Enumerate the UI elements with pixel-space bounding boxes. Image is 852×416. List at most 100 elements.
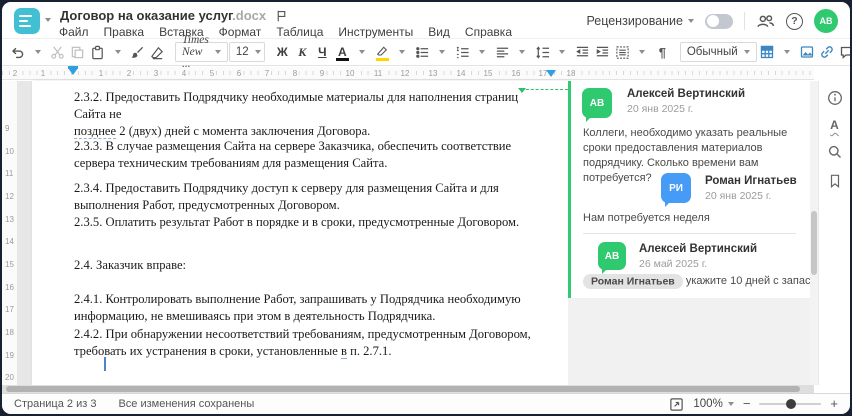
vertical-scrollbar[interactable] (810, 81, 818, 385)
line-spacing-caret-icon[interactable] (553, 41, 572, 63)
favorite-flag-icon[interactable] (275, 9, 288, 23)
user-avatar[interactable]: АВ (814, 9, 838, 33)
insert-table-button[interactable] (758, 41, 777, 63)
bookmark-icon[interactable] (828, 173, 842, 189)
zoom-level-select[interactable]: 100% (693, 398, 734, 410)
menu-bar: Файл Правка Вставка Формат Таблица Инстр… (59, 25, 512, 39)
search-icon[interactable] (827, 144, 843, 160)
reply-date: 20 янв 2025 г. (705, 190, 772, 202)
insert-link-button[interactable] (818, 41, 837, 63)
undo-caret-icon[interactable] (28, 41, 47, 63)
highlight-color-button[interactable] (373, 41, 392, 63)
bold-button[interactable]: Ж (273, 41, 292, 63)
paragraph-2-3-5[interactable]: 2.3.5. Оплатить результат Работ в порядк… (74, 214, 542, 231)
ruler-number: 3 (151, 68, 161, 79)
paragraph-borders-button[interactable] (613, 41, 632, 63)
horizontal-scrollbar[interactable] (2, 385, 814, 393)
copy-button[interactable] (68, 41, 87, 63)
menu-item-table[interactable]: Таблица (276, 25, 323, 39)
font-color-caret-icon[interactable] (353, 41, 372, 63)
italic-button[interactable]: К (293, 41, 312, 63)
bullet-list-button[interactable] (413, 41, 432, 63)
insert-table-caret-icon[interactable] (778, 41, 797, 63)
ruler-number: 20 (5, 373, 14, 382)
menu-item-help[interactable]: Справка (465, 25, 512, 39)
zoom-out-button[interactable]: − (743, 397, 751, 410)
numbered-list-button[interactable] (453, 41, 472, 63)
zoom-slider[interactable] (759, 399, 822, 409)
vertical-scrollbar-thumb[interactable] (811, 211, 817, 275)
numbered-list-caret-icon[interactable] (473, 41, 492, 63)
ruler-number: 11 (371, 68, 385, 79)
horizontal-ruler: 2 1 1 2 3 4 5 6 7 8 9 10 11 12 13 14 15 … (2, 66, 814, 80)
collaborators-icon[interactable] (756, 13, 775, 30)
menu-item-tools[interactable]: Инструменты (338, 25, 413, 39)
right-indent-marker[interactable] (546, 70, 556, 77)
increase-indent-button[interactable] (593, 41, 612, 63)
paste-caret-icon[interactable] (108, 41, 127, 63)
status-bar: Страница 2 из 3 Все изменения сохранены … (2, 393, 850, 414)
font-size-select[interactable]: 12 (228, 42, 265, 62)
ruler-number: 4 (179, 68, 189, 79)
format-painter-button[interactable] (128, 41, 147, 63)
bullet-list-caret-icon[interactable] (433, 41, 452, 63)
menu-item-format[interactable]: Формат (219, 25, 262, 39)
document-page[interactable]: 2.3.2. Предоставить Подрядчику необходим… (32, 81, 568, 385)
menu-item-view[interactable]: Вид (428, 25, 450, 39)
right-sidebar: А (818, 81, 850, 385)
reply-author-name: Алексей Вертинский (639, 243, 758, 255)
help-icon[interactable]: ? (786, 12, 803, 30)
show-paragraph-marks-button[interactable]: ¶ (653, 41, 672, 63)
logo-dropdown-caret-icon[interactable] (45, 18, 51, 22)
spellcheck-icon[interactable]: А (830, 119, 839, 131)
paragraph-2-3-4[interactable]: 2.3.4. Предоставить Подрядчику доступ к … (74, 180, 542, 214)
paragraph-style-select[interactable]: Обычный (679, 42, 757, 62)
font-family-select[interactable]: Times New ... (175, 34, 228, 70)
comment-thread-card[interactable]: АВ Алексей Вертинский 20 янв 2025 г. Кол… (568, 81, 824, 298)
align-button[interactable] (493, 41, 512, 63)
ruler-number: 14 (5, 237, 14, 246)
highlight-caret-icon[interactable] (393, 41, 412, 63)
paragraph-2-4[interactable]: 2.4. Заказчик вправе: (74, 257, 542, 274)
ruler-number: 13 (5, 215, 14, 224)
paragraph-borders-caret-icon[interactable] (633, 41, 652, 63)
ruler-number: 6 (234, 68, 244, 79)
ruler-number: 17 (5, 305, 14, 314)
paragraph-2-3-3[interactable]: 2.3.3. В случае размещения Сайта на серв… (74, 138, 542, 172)
insert-comment-button[interactable] (838, 41, 850, 63)
menu-item-file[interactable]: Файл (59, 25, 89, 39)
line-spacing-button[interactable] (533, 41, 552, 63)
paragraph-2-4-2[interactable]: 2.4.2. При обнаружении несоответствий тр… (74, 326, 542, 360)
ruler-number: 15 (5, 260, 14, 269)
paragraph-2-4-1[interactable]: 2.4.1. Контролировать выполнение Работ, … (74, 291, 542, 325)
cut-button[interactable] (48, 41, 67, 63)
decrease-indent-button[interactable] (573, 41, 592, 63)
mention-pill[interactable]: Роман Игнатьев (583, 273, 683, 289)
ruler-number: 16 (509, 68, 523, 79)
page-indicator[interactable]: Страница 2 из 3 (14, 398, 96, 410)
underline-button[interactable]: Ч (313, 41, 332, 63)
zoom-in-button[interactable]: + (830, 397, 838, 410)
review-toggle[interactable] (705, 13, 733, 29)
paste-button[interactable] (88, 41, 107, 63)
undo-button[interactable] (8, 41, 27, 63)
left-indent-marker[interactable] (68, 66, 78, 75)
paragraph-text: 2.4.2. При обнаружении несоответствий тр… (74, 327, 531, 358)
zoom-slider-knob[interactable] (786, 399, 797, 409)
insert-image-button[interactable] (798, 41, 817, 63)
font-color-button[interactable]: А (333, 41, 352, 63)
ruler-number: 10 (343, 68, 357, 79)
clear-style-button[interactable] (148, 41, 167, 63)
ruler-number: 15 (481, 68, 495, 79)
align-caret-icon[interactable] (513, 41, 532, 63)
app-logo-icon[interactable] (14, 8, 40, 34)
horizontal-scrollbar-thumb[interactable] (6, 386, 800, 392)
vertical-ruler: 9 10 11 12 13 14 15 16 17 18 19 20 (2, 81, 18, 385)
info-icon[interactable] (827, 90, 843, 106)
ruler-number: 7 (262, 68, 272, 79)
fit-to-width-icon[interactable] (669, 397, 684, 412)
review-mode-dropdown[interactable]: Рецензирование (586, 14, 694, 28)
comment-anchor-text[interactable]: позднее (74, 124, 117, 139)
menu-item-edit[interactable]: Правка (104, 25, 145, 39)
paragraph-2-3-2[interactable]: 2.3.2. Предоставить Подрядчику необходим… (74, 89, 542, 140)
